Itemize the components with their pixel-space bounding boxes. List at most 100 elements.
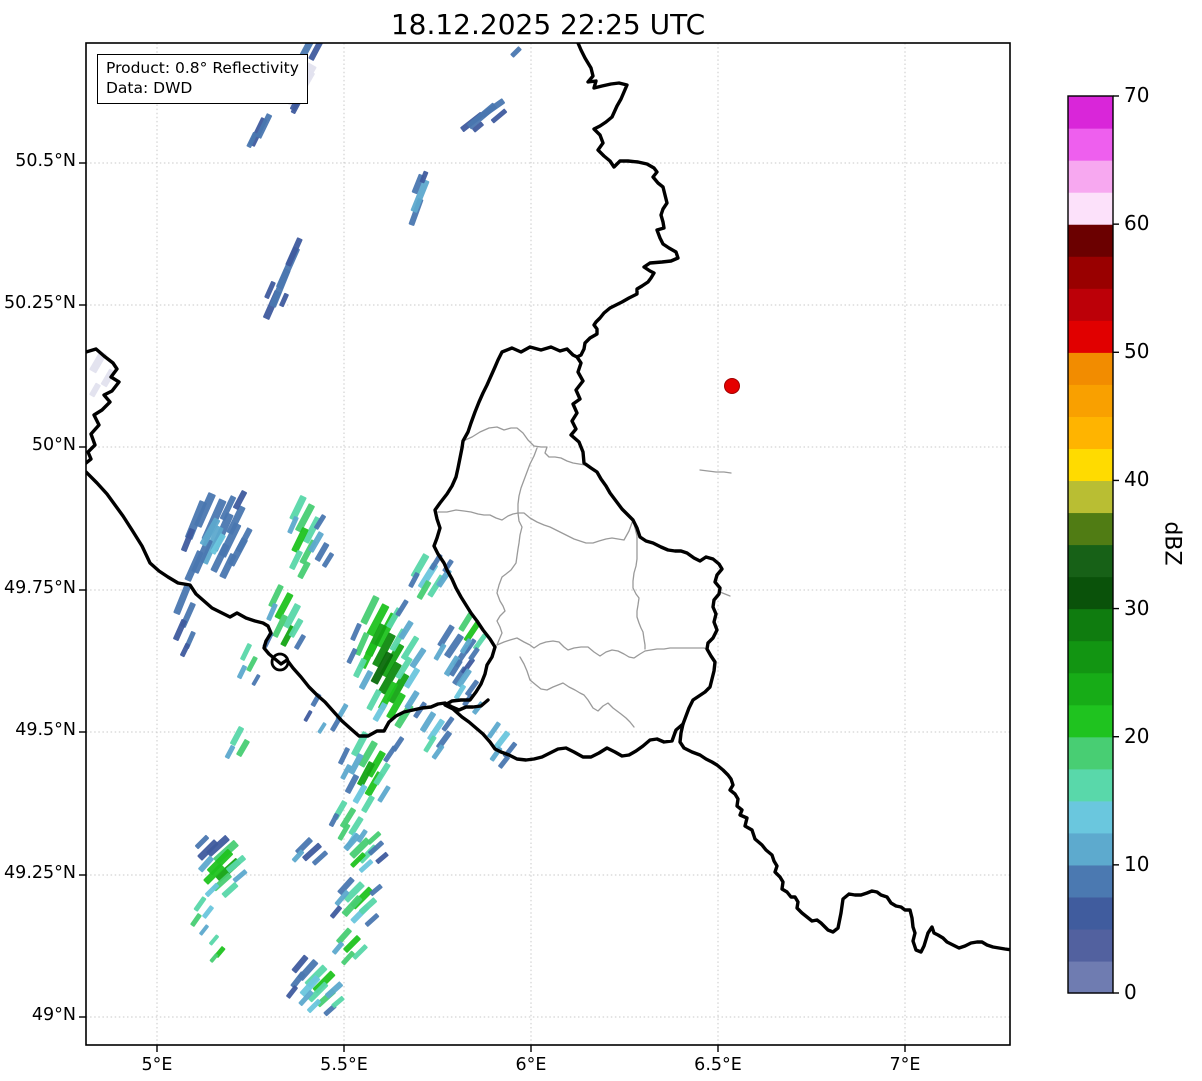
colorbar-band <box>1068 128 1113 161</box>
country-border <box>432 345 724 762</box>
colorbar-band <box>1068 608 1113 642</box>
precip-cell <box>493 730 511 750</box>
precip-cell <box>361 795 375 813</box>
colorbar-tick-label-1: 10 <box>1124 851 1150 876</box>
product-info-line1: Product: 0.8° Reflectivity <box>106 59 299 77</box>
colorbar-band <box>1068 864 1113 898</box>
colorbar-band <box>1068 768 1113 802</box>
precip-cell <box>251 674 261 686</box>
country-border <box>678 722 1010 954</box>
precip-cell <box>341 950 355 966</box>
precip-cell <box>345 774 359 794</box>
precip-cell <box>303 710 313 722</box>
colorbar-band <box>1068 160 1113 193</box>
precip-cell <box>202 905 214 919</box>
country-borders-layer <box>86 43 1010 954</box>
precip-cell <box>180 642 190 658</box>
precip-cell <box>331 995 345 1009</box>
colorbar-band <box>1068 320 1113 353</box>
colorbar-band <box>1068 448 1113 482</box>
tick-marks <box>79 162 906 1052</box>
colorbar-tick-label-6: 60 <box>1124 211 1150 236</box>
plot-title: 18.12.2025 22:25 UTC <box>390 8 706 41</box>
x-tick-label-2: 6°E <box>515 1055 547 1075</box>
x-tick-label-0: 5°E <box>141 1055 173 1075</box>
colorbar-band <box>1068 96 1113 129</box>
colorbar-tick-label-4: 40 <box>1124 467 1150 492</box>
precip-cell <box>224 744 236 760</box>
colorbar-band <box>1068 672 1113 706</box>
precip-cell <box>236 739 250 757</box>
y-tick-label-4: 49.5°N <box>15 720 76 740</box>
precip-cell <box>317 722 327 734</box>
colorbar-band <box>1068 480 1113 514</box>
admin-border <box>437 509 634 544</box>
colorbar-band <box>1068 352 1113 385</box>
country-border <box>86 347 121 465</box>
radar-site-marker <box>724 378 740 394</box>
colorbar-tick-label-7: 70 <box>1124 83 1150 107</box>
colorbar-band <box>1068 256 1113 289</box>
precip-cell <box>324 981 344 999</box>
y-tick-label-3: 49.75°N <box>4 578 76 598</box>
precip-cell <box>329 905 343 919</box>
colorbar-tick-label-5: 50 <box>1124 339 1150 364</box>
y-tick-label-2: 50°N <box>31 435 76 455</box>
admin-border <box>519 656 635 728</box>
precip-cell <box>375 851 389 865</box>
colorbar-band <box>1068 192 1113 225</box>
precipitation-layer <box>89 43 522 1017</box>
precip-cell <box>193 896 207 912</box>
precip-cell <box>364 913 380 927</box>
radar-map-canvas <box>79 42 1119 1052</box>
precip-cell <box>199 924 209 936</box>
precip-cell <box>89 382 101 398</box>
precip-cell <box>230 726 244 746</box>
precip-cell <box>209 953 219 963</box>
colorbar-band <box>1068 960 1113 994</box>
colorbar-tick-label-2: 20 <box>1124 723 1150 748</box>
colorbar-axis-label: dBZ <box>1159 521 1185 566</box>
colorbar-tick-label-0: 0 <box>1124 980 1137 1004</box>
x-tick-label-1: 5.5°E <box>320 1055 368 1075</box>
plot-area <box>86 43 1010 1045</box>
y-tick-label-0: 50.5°N <box>15 151 76 171</box>
precip-cell <box>331 941 345 955</box>
x-tick-label-3: 6.5°E <box>694 1055 742 1075</box>
precip-cell <box>510 46 522 58</box>
colorbar-tick-label-3: 30 <box>1124 595 1150 620</box>
precip-cell <box>232 869 248 883</box>
colorbar-band <box>1068 544 1113 578</box>
colorbar-band <box>1068 800 1113 834</box>
colorbar <box>1067 95 1119 994</box>
precip-cell <box>352 944 368 960</box>
precip-cell <box>294 634 306 650</box>
precip-cell <box>377 785 391 803</box>
precip-cell <box>240 643 252 661</box>
colorbar-band <box>1068 640 1113 674</box>
admin-border <box>496 447 538 646</box>
y-tick-label-6: 49°N <box>31 1005 76 1025</box>
admin-border <box>719 591 731 597</box>
colorbar-band <box>1068 736 1113 770</box>
colorbar-band <box>1068 928 1113 962</box>
precip-cell <box>190 913 202 927</box>
y-tick-label-5: 49.25°N <box>4 863 76 883</box>
colorbar-band <box>1068 224 1113 257</box>
colorbar-band <box>1068 384 1113 417</box>
colorbar-ticks <box>1113 95 1119 994</box>
radar-figure: { "title": "18.12.2025 22:25 UTC", "info… <box>0 0 1202 1081</box>
product-info-line2: Data: DWD <box>106 79 193 98</box>
precip-cell <box>246 656 258 672</box>
precip-cell <box>350 623 362 641</box>
colorbar-band <box>1068 416 1113 449</box>
colorbar-band <box>1068 288 1113 321</box>
colorbar-band <box>1068 832 1113 866</box>
product-info-box: Product: 0.8° Reflectivity Data: DWD <box>97 54 308 104</box>
precip-cell <box>286 985 298 999</box>
y-tick-label-1: 50.25°N <box>4 293 76 313</box>
precip-cell <box>209 934 219 946</box>
admin-border <box>699 469 732 474</box>
colorbar-band <box>1068 896 1113 930</box>
precip-cell <box>498 755 510 769</box>
